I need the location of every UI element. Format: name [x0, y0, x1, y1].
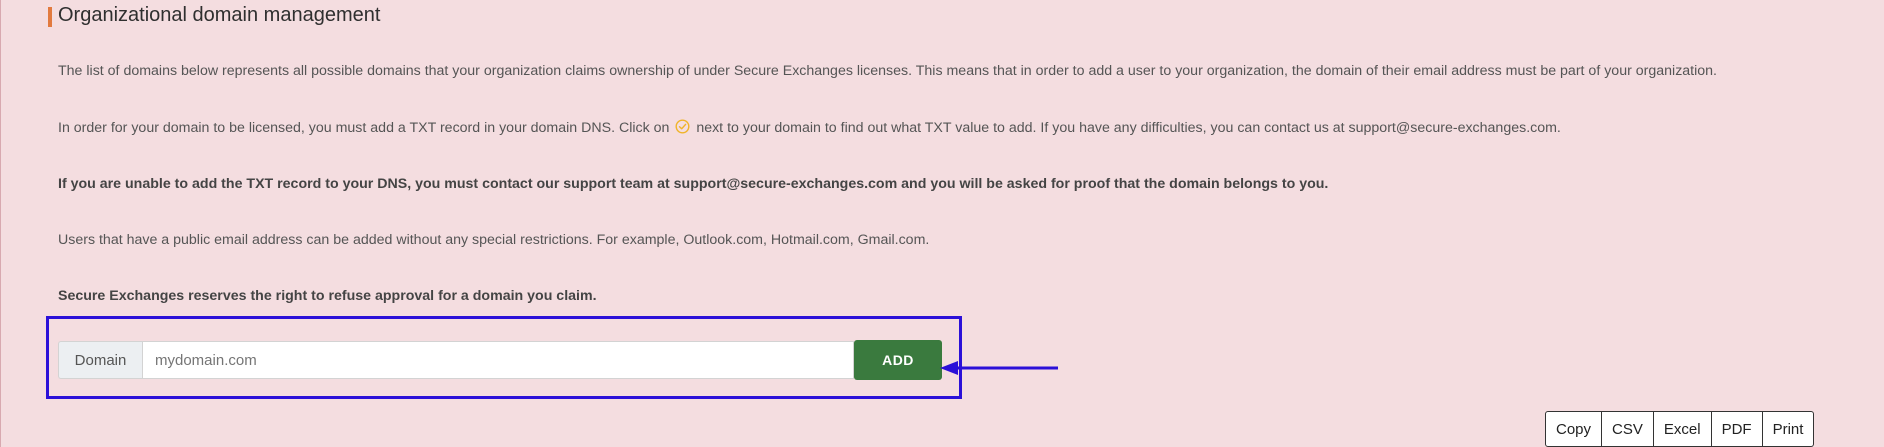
add-domain-button[interactable]: ADD — [854, 340, 942, 380]
description-paragraph-1: The list of domains below represents all… — [58, 63, 1717, 79]
domain-input[interactable] — [142, 341, 854, 379]
page-left-border — [0, 0, 1, 447]
print-button[interactable]: Print — [1762, 411, 1815, 447]
copy-button[interactable]: Copy — [1545, 411, 1603, 447]
description-paragraph-3: If you are unable to add the TXT record … — [58, 176, 1329, 192]
paragraph-2-end: next to your domain to find out what TXT… — [696, 120, 1561, 136]
check-circle-icon — [675, 119, 690, 134]
domain-input-group: Domain — [58, 341, 854, 379]
arrow-left-icon — [940, 361, 1058, 375]
csv-button[interactable]: CSV — [1602, 411, 1654, 447]
domain-label: Domain — [58, 341, 142, 379]
pdf-button[interactable]: PDF — [1711, 411, 1763, 447]
paragraph-2-start: In order for your domain to be licensed,… — [58, 120, 670, 136]
description-paragraph-2: In order for your domain to be licensed,… — [58, 119, 1561, 137]
excel-button[interactable]: Excel — [1653, 411, 1712, 447]
page-title: Organizational domain management — [58, 4, 381, 26]
title-accent-bar — [48, 7, 52, 27]
description-paragraph-5: Secure Exchanges reserves the right to r… — [58, 288, 597, 304]
export-button-group: Copy CSV Excel PDF Print — [1545, 411, 1815, 447]
description-paragraph-4: Users that have a public email address c… — [58, 232, 930, 248]
